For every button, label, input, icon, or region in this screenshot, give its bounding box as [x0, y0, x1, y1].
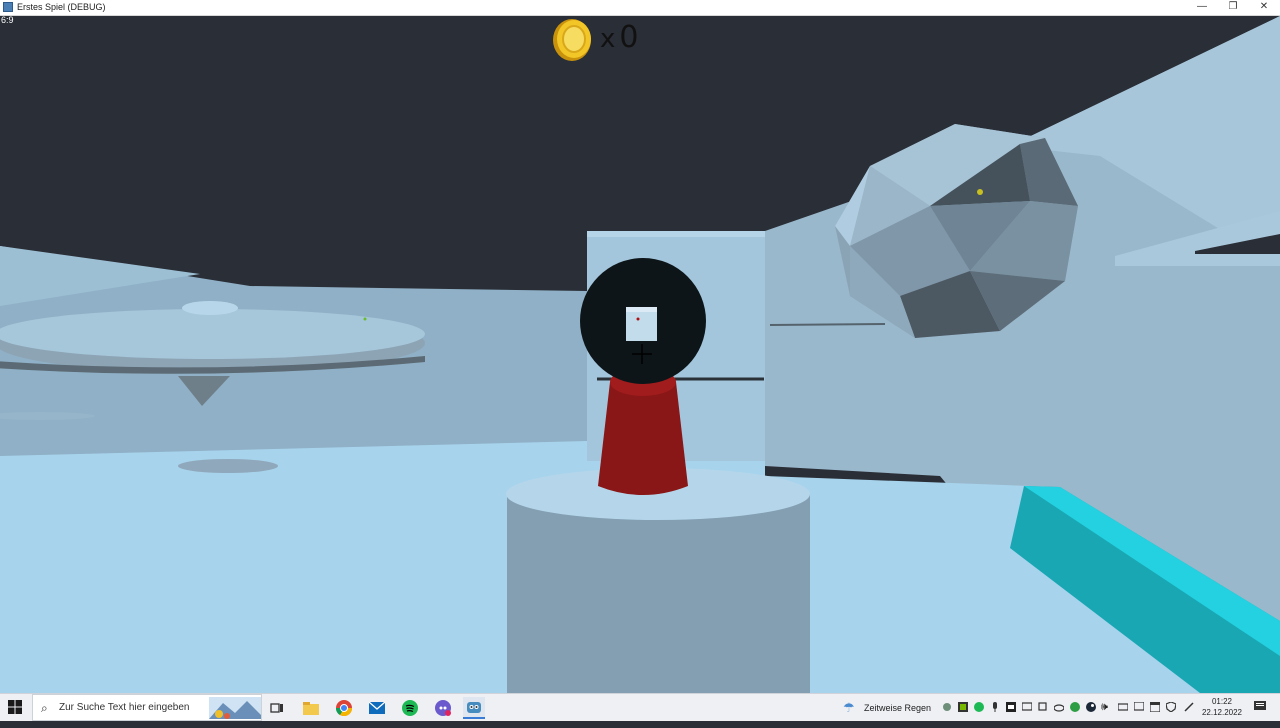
- taskbar: ⌕ Zur Suche Text hier eingeben ☂ Zeitwei…: [0, 693, 1280, 721]
- mail-icon[interactable]: [366, 697, 388, 719]
- tray-nvidia-icon[interactable]: [958, 702, 968, 712]
- floating-disc-left-bump: [182, 301, 238, 315]
- coin-icon: [553, 19, 591, 61]
- game-viewport[interactable]: [0, 16, 1280, 693]
- maximize-button[interactable]: ❐: [1219, 0, 1247, 15]
- tray-monitor-icon[interactable]: [1022, 702, 1032, 712]
- coin-multiplier: x: [600, 24, 618, 54]
- window-titlebar: Erstes Spiel (DEBUG) — ❐ ✕: [0, 0, 1280, 16]
- godot-icon[interactable]: [463, 697, 485, 719]
- tray-network-icon[interactable]: [1118, 702, 1128, 712]
- white-cube-top: [626, 307, 657, 312]
- file-explorer-icon[interactable]: [300, 697, 322, 719]
- thin-rail-right: [769, 323, 886, 326]
- windows-start-icon[interactable]: [8, 700, 22, 714]
- tray-steam-icon[interactable]: [1086, 702, 1096, 712]
- notification-icon[interactable]: [1254, 701, 1266, 713]
- close-button[interactable]: ✕: [1250, 0, 1278, 15]
- tray-screen-icon[interactable]: [1134, 702, 1144, 712]
- tray-green-icon[interactable]: [1070, 702, 1080, 712]
- debug-fps-readout: 6:9: [1, 15, 14, 25]
- red-cylinder: [598, 382, 688, 495]
- coin-counter: x0: [600, 20, 640, 55]
- minimize-button[interactable]: —: [1188, 0, 1216, 15]
- clock-time: 01:22: [1211, 697, 1233, 706]
- floating-disc-left-top: [0, 309, 425, 359]
- spotify-icon[interactable]: [399, 697, 421, 719]
- weather-text: Zeitweise Regen: [864, 703, 932, 713]
- white-cube: [626, 307, 657, 341]
- clock-date: 22.12.2022: [1201, 708, 1243, 717]
- pedestal: [507, 494, 810, 693]
- volume-icon[interactable]: 🕪: [1101, 701, 1108, 728]
- coin-count: 0: [619, 20, 641, 55]
- small-floating-disc: [178, 459, 278, 473]
- search-icon: ⌕: [41, 701, 48, 715]
- chrome-icon[interactable]: [333, 697, 355, 719]
- tray-spotify-icon[interactable]: [974, 702, 984, 712]
- tray-pen-icon[interactable]: [1184, 702, 1194, 712]
- weather-rain-icon: ☂: [843, 700, 855, 715]
- tray-cloud-icon[interactable]: [1054, 702, 1064, 712]
- center-back-block-edge: [587, 231, 765, 237]
- distant-coin: [363, 317, 367, 321]
- search-highlight-image: [209, 697, 261, 719]
- search-placeholder: Zur Suche Text hier eingeben: [59, 702, 190, 713]
- tray-dot-icon[interactable]: [942, 702, 952, 712]
- window-title: Erstes Spiel (DEBUG): [17, 2, 106, 12]
- discord-icon[interactable]: [432, 697, 454, 719]
- tray-shield-icon[interactable]: [1166, 702, 1176, 712]
- tray-window-icon[interactable]: [1150, 702, 1160, 712]
- tray-mic-icon[interactable]: [990, 702, 1000, 712]
- tray-app-icon[interactable]: [1006, 702, 1016, 712]
- taskbar-search-box[interactable]: ⌕ Zur Suche Text hier eingeben: [32, 694, 262, 721]
- taskbar-clock[interactable]: 01:22 22.12.2022: [1196, 696, 1248, 718]
- godot-window-icon: [3, 2, 13, 12]
- task-view-icon[interactable]: [266, 697, 288, 719]
- tray-copy-icon[interactable]: [1038, 702, 1048, 712]
- cube-red-dot: [636, 317, 640, 321]
